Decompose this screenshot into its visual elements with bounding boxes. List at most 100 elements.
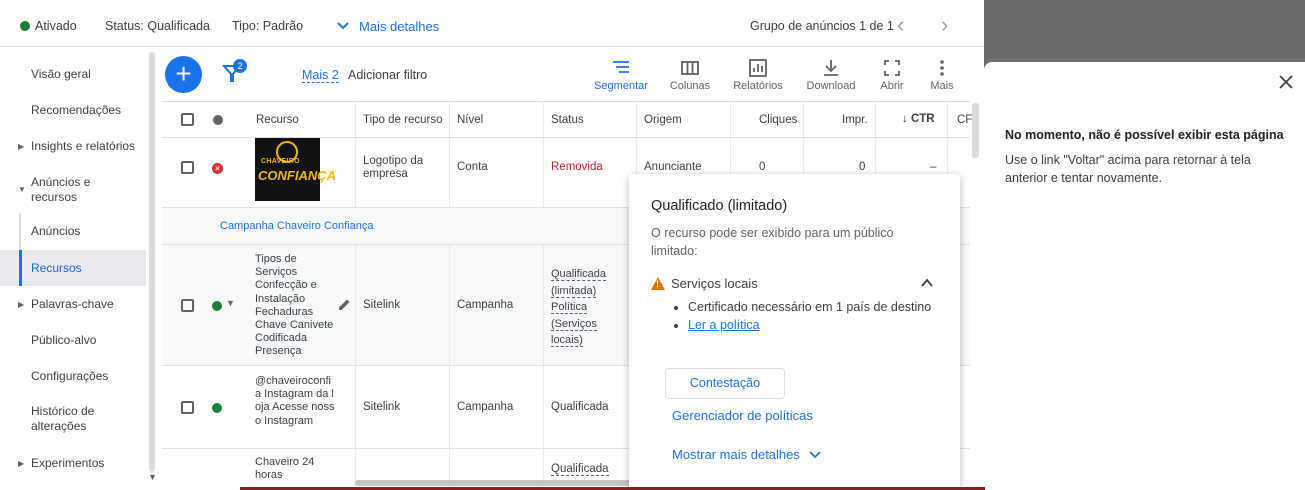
scroll-down-icon[interactable]: ▼	[148, 472, 157, 482]
sidebar-item-settings[interactable]: Configurações	[0, 366, 146, 386]
col-level[interactable]: Nível	[457, 114, 483, 126]
more-filters-link[interactable]: Mais 2	[302, 68, 339, 83]
sidebar-scrollbar[interactable]	[149, 52, 155, 472]
status-dropdown-icon[interactable]: ▼	[226, 298, 235, 308]
section-label: Serviços locais	[671, 276, 758, 291]
sidebar-item-label: Experimentos	[31, 455, 105, 470]
resource-text-cell: Chaveiro 24 horas	[255, 456, 315, 481]
panel-title: No momento, não é possível exibir esta p…	[1005, 128, 1284, 142]
col-origin[interactable]: Origem	[644, 114, 682, 126]
status-cell: Removida	[551, 161, 603, 173]
caret-right-icon: ▶	[18, 299, 25, 309]
col-impr[interactable]: Impr.	[842, 114, 868, 126]
ctr-cell: –	[930, 161, 937, 173]
sidebar-item-label: Configurações	[31, 368, 109, 383]
col-ctr[interactable]: ↓ CTR	[902, 113, 935, 125]
row-checkbox[interactable]	[181, 299, 194, 312]
col-clicks[interactable]: Cliques	[759, 114, 797, 126]
sidebar-item-insights[interactable]: ▶ Insights e relatórios	[0, 136, 146, 156]
col-cpc[interactable]: CF	[957, 114, 972, 126]
caret-down-icon: ▼	[18, 185, 26, 194]
more-details-toggle[interactable]: Mais detalhes	[337, 19, 439, 34]
resource-type-cell: Sitelink	[363, 299, 401, 311]
policy-bullets: Certificado necessário em 1 país de dest…	[688, 298, 938, 334]
sidebar-item-label: Histórico de alterações	[31, 404, 95, 433]
edit-pencil-icon[interactable]	[338, 298, 351, 311]
chevron-up-icon[interactable]	[921, 277, 933, 289]
download-button[interactable]: Download	[804, 58, 858, 92]
resource-text-cell: @chaveiroconfia Instagram da loja Acesse…	[255, 375, 335, 427]
col-divider	[449, 245, 450, 490]
sidebar-item-label: Anúncios	[31, 223, 81, 238]
status-active-label: Ativado	[35, 19, 77, 33]
policy-manager-link[interactable]: Gerenciador de políticas	[672, 408, 813, 423]
reports-button[interactable]: Relatórios	[730, 58, 786, 92]
open-fullscreen-button[interactable]: Abrir	[876, 58, 908, 92]
sidebar-item-keywords[interactable]: ▶ Palavras-chave	[0, 294, 146, 314]
show-more-details-link[interactable]: Mostrar mais detalhes	[672, 447, 821, 462]
sidebar-item-label: Recomendações	[31, 102, 122, 117]
reports-icon	[749, 59, 767, 77]
chevron-down-icon	[809, 450, 821, 458]
col-resource-type[interactable]: Tipo de recurso	[363, 114, 442, 126]
business-logo-image[interactable]: CHAVEIRO CONFIANÇA	[255, 138, 336, 201]
row-checkbox[interactable]	[181, 161, 194, 174]
col-resource[interactable]: Recurso	[256, 114, 299, 126]
status-column-icon	[213, 115, 223, 125]
columns-label: Colunas	[669, 80, 711, 92]
col-status[interactable]: Status	[551, 114, 584, 126]
warning-icon	[651, 277, 665, 290]
ads-app: Ativado Status: Qualificada Tipo: Padrão…	[0, 0, 984, 490]
caret-right-icon: ▶	[18, 141, 25, 151]
sidebar-item-label: Recursos	[31, 260, 82, 275]
removed-status-icon: ×	[212, 163, 223, 174]
bullet-certificate: Certificado necessário em 1 país de dest…	[688, 298, 938, 316]
row-checkbox[interactable]	[181, 401, 194, 414]
add-asset-button[interactable]: +	[165, 56, 202, 93]
sidebar-item-ads-assets[interactable]: ▼ Anúncios e recursos	[0, 173, 146, 205]
resource-type-cell: Sitelink	[363, 401, 401, 413]
logo-top-text: CHAVEIRO	[261, 158, 300, 165]
sidebar-item-overview[interactable]: Visão geral	[0, 64, 146, 84]
group-pager-label: Grupo de anúncios 1 de 1	[750, 19, 894, 33]
sidebar-item-recommendations[interactable]: Recomendações	[0, 100, 146, 120]
sidebar-item-label: Público-alvo	[31, 332, 97, 347]
caret-right-icon: ▶	[18, 458, 25, 468]
sidebar-item-assets[interactable]: Recursos	[0, 250, 146, 286]
more-label: Mais	[930, 80, 954, 92]
status-cell[interactable]: Qualificada (limitada) Política (Serviço…	[551, 266, 611, 349]
prev-arrow-icon[interactable]: ‹	[897, 12, 904, 38]
status-cell: Qualificada	[551, 401, 609, 413]
local-services-section[interactable]: Serviços locais	[651, 276, 758, 291]
sidebar-item-ads[interactable]: Anúncios	[0, 221, 146, 241]
close-icon[interactable]	[1278, 74, 1294, 90]
eligible-status-icon	[212, 301, 222, 311]
appeal-button[interactable]: Contestação	[665, 368, 785, 399]
clicks-cell: 0	[759, 161, 766, 173]
columns-button[interactable]: Colunas	[667, 58, 713, 92]
status-cell[interactable]: Qualificada	[551, 463, 609, 476]
segment-button[interactable]: Segmentar	[592, 58, 650, 92]
status-cell-text: Qualificada	[551, 463, 609, 476]
resource-text-cell: Tipos de Serviços Confecção e Instalação…	[255, 253, 334, 358]
logo-main-text: CONFIANÇA	[258, 168, 336, 183]
table-header: Recurso Tipo de recurso Nível Status Ori…	[162, 101, 972, 138]
more-button[interactable]: Mais	[926, 58, 958, 92]
table-horizontal-scrollbar[interactable]	[355, 480, 635, 486]
impr-cell: 0	[859, 161, 866, 173]
status-active: Ativado	[20, 19, 77, 33]
read-policy-link[interactable]: Ler a política	[688, 318, 760, 332]
download-icon	[824, 60, 838, 76]
sidebar-item-audience[interactable]: Público-alvo	[0, 330, 146, 350]
campaign-link[interactable]: Campanha Chaveiro Confiança	[220, 220, 373, 232]
add-filter-button[interactable]: Adicionar filtro	[348, 68, 427, 82]
next-arrow-icon[interactable]: ›	[941, 12, 948, 38]
status-cell-text: Qualificada (limitada) Política (Serviço…	[551, 268, 607, 347]
table-vertical-scrollbar[interactable]	[972, 103, 979, 158]
fullscreen-icon	[884, 60, 900, 76]
sidebar-item-experiments[interactable]: ▶ Experimentos	[0, 453, 146, 473]
select-all-checkbox[interactable]	[181, 113, 194, 126]
eligible-status-icon	[212, 403, 222, 413]
segment-label: Segmentar	[594, 80, 648, 92]
sidebar-item-change-history[interactable]: Histórico de alterações	[0, 403, 146, 435]
